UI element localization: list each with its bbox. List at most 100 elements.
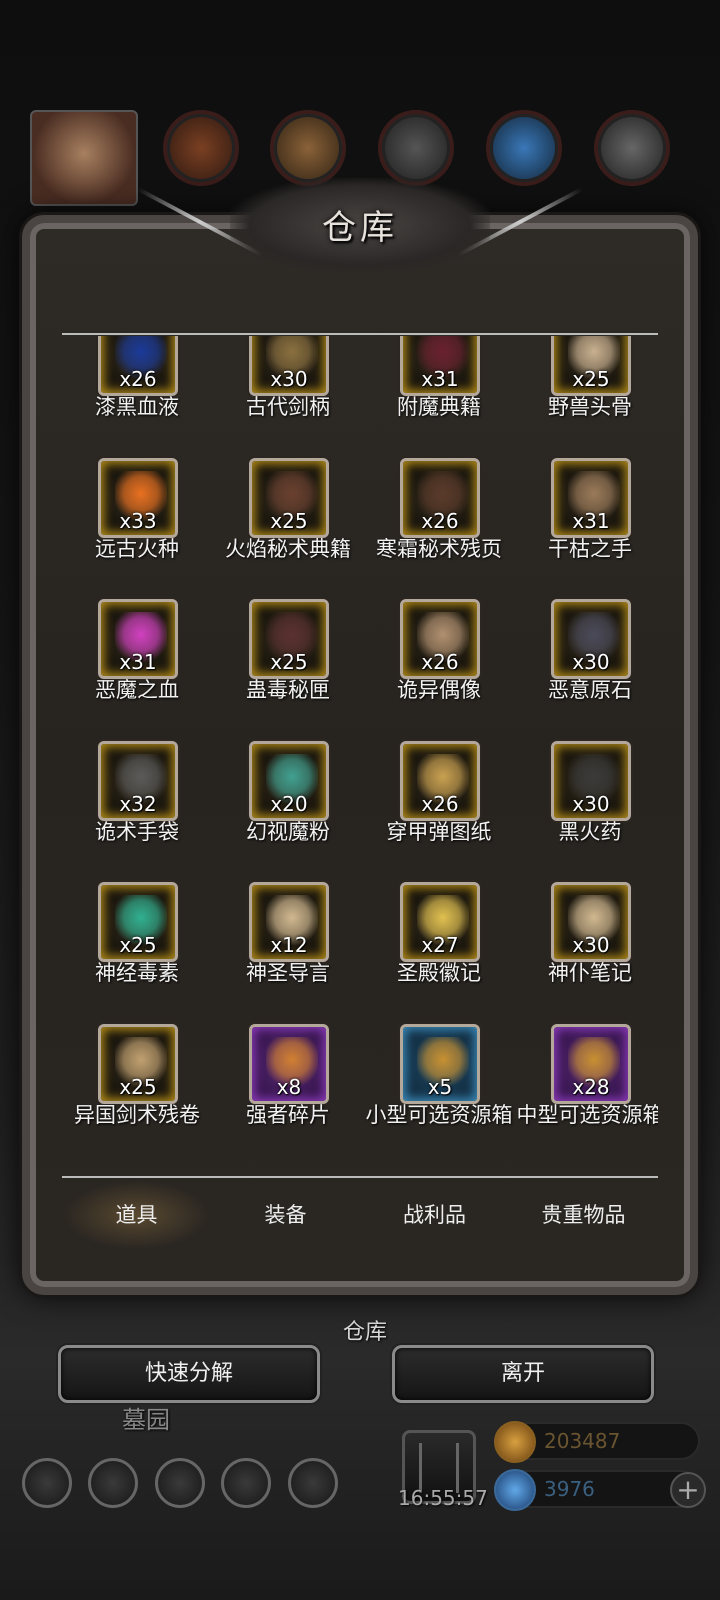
leave-button[interactable]: 离开 bbox=[392, 1345, 654, 1403]
item-frame: x25 bbox=[98, 1023, 178, 1104]
item-count: x30 bbox=[572, 791, 610, 816]
item-slot[interactable]: x8 强者碎片 bbox=[213, 1023, 363, 1154]
item-count: x25 bbox=[572, 367, 610, 391]
item-name: 漆黑血液 bbox=[95, 395, 179, 419]
mail-icon[interactable] bbox=[221, 1458, 271, 1508]
item-frame: x31 bbox=[98, 599, 178, 679]
item-slot[interactable]: x32 诡术手袋 bbox=[62, 740, 212, 871]
item-frame: x25 bbox=[249, 599, 329, 679]
item-name: 神经毒素 bbox=[95, 961, 179, 985]
resource-icon-1[interactable] bbox=[163, 110, 239, 186]
resource-icon-3[interactable] bbox=[378, 110, 454, 186]
item-slot[interactable]: x25 野兽头骨 bbox=[515, 336, 658, 446]
timer-label: 16:55:57 bbox=[398, 1486, 488, 1510]
item-frame: x30 bbox=[551, 882, 631, 962]
item-slot[interactable]: x30 黑火药 bbox=[515, 740, 658, 871]
item-slot[interactable]: x25 蛊毒秘匣 bbox=[213, 599, 363, 729]
item-count: x30 bbox=[270, 367, 308, 391]
item-slot[interactable]: x31 干枯之手 bbox=[515, 457, 658, 588]
item-name: 黑火药 bbox=[558, 819, 622, 844]
item-count: x26 bbox=[421, 791, 459, 816]
resource-icon-5[interactable] bbox=[594, 110, 670, 186]
item-name: 强者碎片 bbox=[246, 1102, 330, 1127]
item-name: 寒霜秘术残页 bbox=[376, 536, 502, 561]
item-slot[interactable]: x25 神经毒素 bbox=[62, 882, 212, 1012]
gem-icon bbox=[494, 1469, 536, 1511]
item-name: 野兽头骨 bbox=[548, 395, 632, 419]
item-slot[interactable]: x28 中型可选资源箱 bbox=[515, 1023, 658, 1154]
item-name: 恶意原石 bbox=[548, 678, 632, 702]
item-count: x31 bbox=[421, 367, 459, 391]
item-frame: x28 bbox=[551, 1023, 631, 1104]
tab-items[interactable]: 道具 bbox=[62, 1180, 211, 1250]
gold-amount: 203487 bbox=[544, 1429, 621, 1453]
item-frame: x25 bbox=[98, 882, 178, 962]
item-frame: x30 bbox=[249, 336, 329, 396]
item-frame: x25 bbox=[551, 336, 631, 396]
item-name: 远古火种 bbox=[95, 536, 179, 561]
item-slot[interactable]: x26 诡异偶像 bbox=[364, 599, 514, 729]
item-name: 中型可选资源箱 bbox=[516, 1102, 659, 1127]
emblem-icon[interactable] bbox=[88, 1458, 138, 1508]
item-count: x31 bbox=[572, 508, 610, 533]
item-frame: x26 bbox=[400, 740, 480, 821]
map-icon[interactable] bbox=[288, 1458, 338, 1508]
item-count: x5 bbox=[427, 1074, 453, 1099]
hero-icon[interactable] bbox=[155, 1458, 205, 1508]
item-count: x28 bbox=[572, 1074, 610, 1099]
item-count: x25 bbox=[270, 650, 308, 674]
item-slot[interactable]: x20 幻视魔粉 bbox=[213, 740, 363, 871]
graveyard-building-label: 墓园 bbox=[122, 1406, 170, 1434]
panel-title: 仓库 bbox=[322, 208, 398, 248]
settings-gear-icon[interactable] bbox=[22, 1458, 72, 1508]
grid-bottom-divider bbox=[62, 1176, 658, 1178]
item-count: x30 bbox=[572, 650, 610, 674]
item-slot[interactable]: x25 异国剑术残卷 bbox=[62, 1023, 212, 1154]
item-slot[interactable]: x26 寒霜秘术残页 bbox=[364, 457, 514, 588]
item-count: x25 bbox=[119, 933, 157, 957]
item-slot[interactable]: x25 火焰秘术典籍 bbox=[213, 457, 363, 588]
item-count: x25 bbox=[270, 508, 308, 533]
item-count: x32 bbox=[119, 791, 157, 816]
item-slot[interactable]: x30 神仆笔记 bbox=[515, 882, 658, 1012]
item-name: 小型可选资源箱 bbox=[365, 1102, 513, 1127]
item-count: x26 bbox=[421, 508, 459, 533]
item-name: 神圣导言 bbox=[246, 961, 330, 985]
item-slot[interactable]: x31 附魔典籍 bbox=[364, 336, 514, 446]
item-name: 蛊毒秘匣 bbox=[246, 678, 330, 702]
resource-icon-4[interactable] bbox=[486, 110, 562, 186]
quick-decompose-button[interactable]: 快速分解 bbox=[58, 1345, 320, 1403]
tab-loot[interactable]: 战利品 bbox=[360, 1180, 509, 1250]
item-slot[interactable]: x27 圣殿徽记 bbox=[364, 882, 514, 1012]
item-slot[interactable]: x33 远古火种 bbox=[62, 457, 212, 588]
tab-valuables[interactable]: 贵重物品 bbox=[509, 1180, 658, 1250]
item-count: x8 bbox=[276, 1074, 302, 1099]
item-name: 火焰秘术典籍 bbox=[225, 536, 351, 561]
item-frame: x26 bbox=[400, 599, 480, 679]
category-tabs: 道具 装备 战利品 贵重物品 bbox=[62, 1180, 658, 1250]
resource-icon-2[interactable] bbox=[270, 110, 346, 186]
item-count: x25 bbox=[119, 1074, 157, 1099]
item-slot[interactable]: x12 神圣导言 bbox=[213, 882, 363, 1012]
item-frame: x31 bbox=[400, 336, 480, 396]
item-grid[interactable]: x26 漆黑血液 x30 古代剑柄 x31 附魔典籍 x25 野兽头骨 x33 远古火种 x25 火焰… bbox=[62, 336, 658, 1174]
gem-amount: 3976 bbox=[544, 1477, 595, 1501]
item-count: x20 bbox=[270, 791, 308, 816]
add-gems-button[interactable]: + bbox=[670, 1472, 706, 1508]
item-count: x31 bbox=[119, 650, 157, 674]
grid-top-divider bbox=[62, 333, 658, 335]
player-avatar[interactable] bbox=[30, 110, 138, 206]
item-count: x30 bbox=[572, 933, 610, 957]
item-slot[interactable]: x26 穿甲弹图纸 bbox=[364, 740, 514, 871]
item-count: x26 bbox=[421, 650, 459, 674]
item-count: x33 bbox=[119, 508, 157, 533]
item-slot[interactable]: x5 小型可选资源箱 bbox=[364, 1023, 514, 1154]
item-slot[interactable]: x30 古代剑柄 bbox=[213, 336, 363, 446]
item-frame: x31 bbox=[551, 457, 631, 538]
item-frame: x30 bbox=[551, 599, 631, 679]
item-slot[interactable]: x30 恶意原石 bbox=[515, 599, 658, 729]
item-slot[interactable]: x26 漆黑血液 bbox=[62, 336, 212, 446]
item-slot[interactable]: x31 恶魔之血 bbox=[62, 599, 212, 729]
item-name: 古代剑柄 bbox=[246, 395, 330, 419]
tab-equipment[interactable]: 装备 bbox=[211, 1180, 360, 1250]
